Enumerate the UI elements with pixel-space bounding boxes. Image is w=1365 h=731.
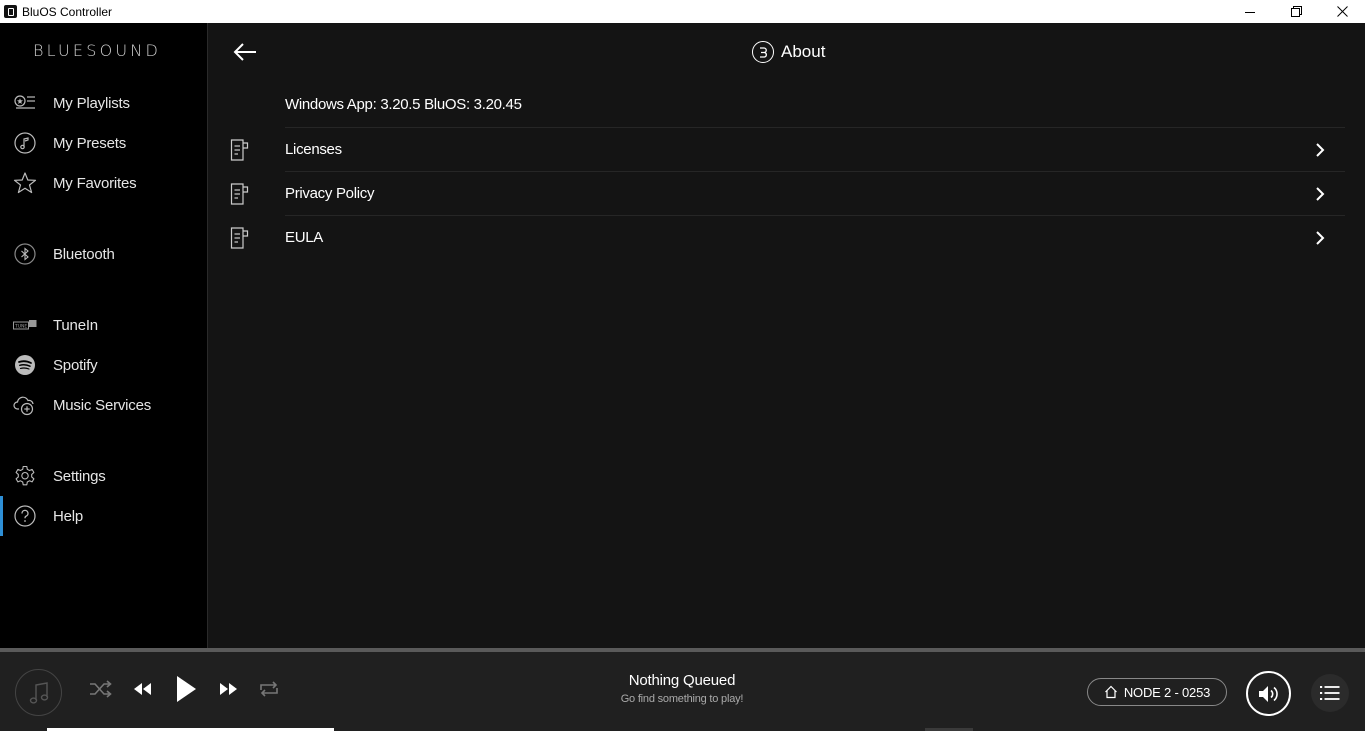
back-button[interactable]	[232, 40, 260, 64]
sidebar-item-label: Spotify	[53, 356, 98, 374]
speaker-icon	[1258, 685, 1278, 702]
music-note-icon	[29, 681, 48, 704]
close-button[interactable]	[1319, 0, 1365, 23]
document-icon	[230, 227, 250, 254]
sidebar-item-help[interactable]: Help	[0, 496, 207, 536]
restore-icon	[1290, 6, 1302, 17]
sidebar-item-label: My Playlists	[53, 94, 130, 112]
restore-button[interactable]	[1273, 0, 1319, 23]
list-icon	[1320, 686, 1340, 700]
cloud-plus-icon	[13, 394, 37, 416]
chevron-right-icon	[1315, 230, 1325, 251]
sidebar-item-label: Bluetooth	[53, 245, 115, 263]
volume-button[interactable]	[1246, 671, 1291, 716]
sidebar-item-my-presets[interactable]: My Presets	[0, 125, 207, 161]
queue-button[interactable]	[1311, 674, 1349, 712]
star-icon	[13, 172, 37, 194]
sidebar-item-tunein[interactable]: TUNE TuneIn	[0, 307, 207, 343]
svg-text:TUNE: TUNE	[14, 324, 27, 330]
sidebar-item-my-playlists[interactable]: My Playlists	[0, 85, 207, 121]
now-playing[interactable]: Nothing Queued Go find something to play…	[500, 672, 864, 705]
page-title-text: About	[781, 42, 826, 61]
fast-forward-icon	[220, 683, 237, 695]
minimize-button[interactable]	[1227, 0, 1273, 23]
album-art[interactable]	[15, 669, 62, 716]
music-note-circle-icon	[13, 132, 37, 154]
window-title: BluOS Controller	[22, 4, 113, 19]
home-icon	[1104, 685, 1117, 699]
version-info: Windows App: 3.20.5 BluOS: 3.20.45	[285, 96, 522, 113]
window-titlebar: BluOS Controller	[0, 0, 1365, 23]
sidebar-item-label: Settings	[53, 467, 106, 485]
document-icon	[230, 139, 250, 166]
row-label: EULA	[285, 229, 323, 246]
spotify-icon	[13, 354, 37, 376]
minimize-icon	[1245, 11, 1255, 13]
play-icon	[177, 676, 196, 702]
main-content: About Windows App: 3.20.5 BluOS: 3.20.45…	[208, 23, 1365, 648]
document-icon	[230, 183, 250, 210]
repeat-button[interactable]	[256, 674, 282, 704]
about-row-licenses[interactable]: Licenses	[230, 127, 1345, 171]
sidebar-item-bluetooth[interactable]: Bluetooth	[0, 236, 207, 272]
arrow-left-icon	[233, 43, 256, 61]
sidebar-item-label: My Favorites	[53, 174, 137, 192]
now-playing-title: Nothing Queued	[628, 672, 736, 689]
sidebar-item-label: Help	[53, 507, 84, 525]
page-title: About	[752, 41, 825, 63]
tunein-icon: TUNE	[13, 314, 37, 336]
rewind-icon	[134, 683, 151, 695]
gear-icon	[13, 465, 37, 487]
bluos-logo-icon	[752, 41, 774, 63]
sidebar-item-spotify[interactable]: Spotify	[0, 347, 207, 383]
previous-button[interactable]	[129, 674, 155, 704]
bluetooth-icon	[13, 243, 37, 265]
sidebar-item-my-favorites[interactable]: My Favorites	[0, 165, 207, 201]
row-label: Privacy Policy	[285, 185, 375, 202]
shuffle-button[interactable]	[88, 674, 114, 704]
sidebar: BLUESOUND My Playlists My Presets My Fav…	[0, 23, 208, 648]
bluesound-logo: BLUESOUND	[33, 41, 161, 60]
chevron-right-icon	[1315, 142, 1325, 163]
question-icon	[13, 505, 37, 527]
app-icon	[4, 5, 17, 18]
chevron-right-icon	[1315, 186, 1325, 207]
playlist-icon	[13, 92, 37, 114]
player-select-button[interactable]: NODE 2 - 0253	[1087, 678, 1227, 706]
player-bar: Nothing Queued Go find something to play…	[0, 648, 1365, 731]
sidebar-item-settings[interactable]: Settings	[0, 458, 207, 494]
window-controls	[1227, 0, 1365, 23]
play-button[interactable]	[170, 670, 202, 708]
sidebar-item-label: My Presets	[53, 134, 127, 152]
next-button[interactable]	[216, 674, 242, 704]
shuffle-icon	[90, 680, 112, 698]
row-label: Licenses	[285, 141, 342, 158]
sidebar-item-label: TuneIn	[53, 316, 98, 334]
sidebar-item-music-services[interactable]: Music Services	[0, 387, 207, 423]
close-icon	[1336, 6, 1348, 17]
now-playing-subtitle: Go find something to play!	[620, 693, 744, 705]
about-row-privacy-policy[interactable]: Privacy Policy	[230, 171, 1345, 215]
about-row-eula[interactable]: EULA	[230, 215, 1345, 259]
repeat-icon	[260, 681, 278, 697]
sidebar-item-label: Music Services	[53, 396, 152, 414]
player-name: NODE 2 - 0253	[1123, 684, 1211, 700]
